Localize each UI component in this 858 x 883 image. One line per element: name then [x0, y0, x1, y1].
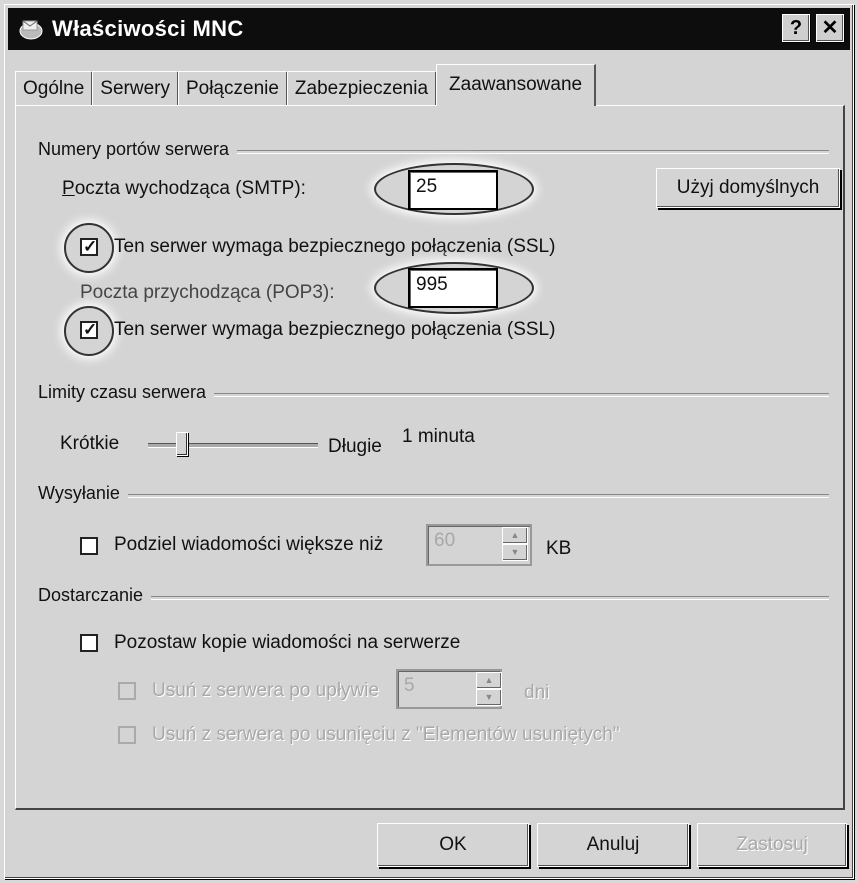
split-messages-label: Podziel wiadomości większe niż: [114, 534, 384, 555]
ports-group-label: Numery portów serwera: [38, 139, 238, 160]
window-title: Właściwości MNC: [52, 16, 244, 41]
chevron-up-icon[interactable]: ▲: [476, 672, 502, 689]
help-button[interactable]: ?: [782, 14, 810, 42]
smtp-port-input[interactable]: 25: [408, 170, 498, 210]
chevron-down-icon[interactable]: ▼: [476, 689, 502, 706]
remove-after-label: Usuń z serwera po upływie: [152, 680, 380, 701]
sending-group-label: Wysyłanie: [38, 483, 128, 504]
slider-short-label: Krótkie: [60, 433, 120, 454]
delivery-group-label: Dostarczanie: [38, 585, 152, 606]
pop3-port-input[interactable]: 995: [408, 268, 498, 308]
apply-label: Zastosuj: [736, 834, 808, 855]
apply-button[interactable]: Zastosuj: [697, 823, 847, 867]
pop3-ssl-checkbox[interactable]: ✓: [80, 320, 98, 339]
smtp-label: Poczta wychodząca (SMTP):: [62, 178, 306, 199]
keep-copies-checkbox[interactable]: [80, 634, 98, 652]
ports-group: Numery portów serwera: [38, 139, 829, 160]
ok-button[interactable]: OK: [377, 823, 529, 867]
tab-advanced[interactable]: Zaawansowane: [436, 64, 597, 106]
smtp-ssl-label: Ten serwer wymaga bezpiecznego połączeni…: [114, 236, 556, 257]
tab-general[interactable]: Ogólne: [15, 71, 94, 105]
slider-long-label: Długie: [328, 436, 382, 457]
delivery-group: Dostarczanie: [38, 585, 829, 606]
help-icon: ?: [789, 17, 803, 39]
days-unit: dni: [524, 682, 550, 703]
timeout-slider-track[interactable]: [148, 443, 318, 448]
remove-after-spinner[interactable]: ▲ ▼: [476, 672, 502, 708]
close-button[interactable]: ✕: [816, 14, 844, 42]
checkmark-icon: ✓: [83, 320, 98, 339]
timeouts-group-label: Limity czasu serwera: [38, 382, 215, 403]
chevron-down-icon[interactable]: ▼: [502, 544, 528, 561]
split-unit: KB: [546, 538, 572, 559]
use-defaults-label: Użyj domyślnych: [676, 177, 820, 198]
remove-deleted-label: Usuń z serwera po usunięciu z "Elementów…: [152, 724, 620, 745]
timeout-slider-thumb[interactable]: [176, 432, 188, 456]
timeout-value: 1 minuta: [402, 426, 475, 447]
tab-security[interactable]: Zabezpieczenia: [286, 71, 438, 105]
pop3-ssl-label: Ten serwer wymaga bezpiecznego połączeni…: [114, 319, 556, 340]
envelope-globe-icon: [18, 16, 44, 42]
remove-deleted-checkbox[interactable]: [118, 726, 136, 744]
advanced-panel: Numery portów serwera Poczta wychodząca …: [15, 105, 845, 810]
checkmark-icon: ✓: [83, 237, 98, 256]
ok-label: OK: [439, 834, 467, 855]
remove-after-checkbox[interactable]: [118, 682, 136, 700]
pop3-label: Poczta przychodząca (POP3):: [80, 282, 335, 303]
tab-connection[interactable]: Połączenie: [177, 71, 288, 105]
sending-group: Wysyłanie: [38, 483, 829, 504]
split-size-spinner[interactable]: ▲ ▼: [502, 527, 528, 563]
chevron-up-icon[interactable]: ▲: [502, 527, 528, 544]
cancel-button[interactable]: Anuluj: [537, 823, 689, 867]
tab-strip: Ogólne Serwery Połączenie Zabezpieczenia…: [15, 64, 597, 106]
use-defaults-button[interactable]: Użyj domyślnych: [656, 168, 840, 208]
split-messages-checkbox[interactable]: [80, 537, 98, 555]
smtp-ssl-checkbox[interactable]: ✓: [80, 237, 98, 256]
cancel-label: Anuluj: [586, 834, 640, 855]
tab-servers[interactable]: Serwery: [92, 71, 179, 105]
keep-copies-label: Pozostaw kopie wiadomości na serwerze: [114, 632, 461, 653]
title-bar[interactable]: Właściwości MNC ? ✕: [8, 8, 850, 50]
timeouts-group: Limity czasu serwera: [38, 382, 829, 403]
close-icon: ✕: [821, 17, 839, 39]
properties-dialog: Właściwości MNC ? ✕ Ogólne Serwery Połąc…: [4, 4, 854, 879]
